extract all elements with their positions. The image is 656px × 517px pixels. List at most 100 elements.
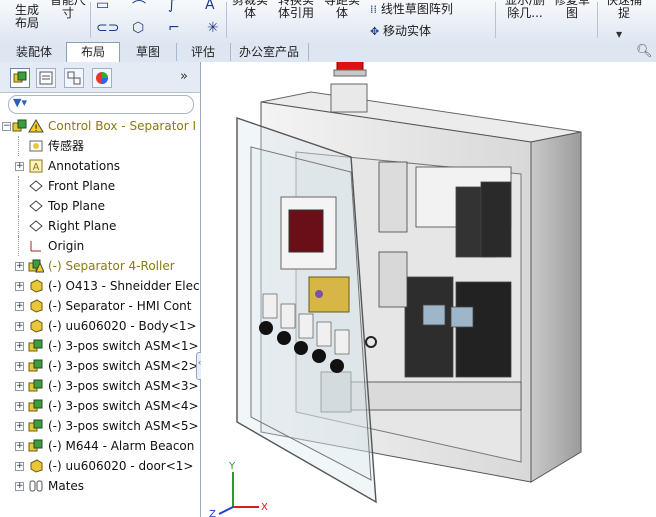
move-entities-button[interactable]: ✥ 移动实体 bbox=[370, 22, 431, 39]
tree-item-label: Control Box - Separator I bbox=[48, 119, 197, 133]
repair-sketch-button[interactable]: 修复草 图 bbox=[552, 0, 592, 20]
fillet-tool-icon[interactable]: ⌐ bbox=[168, 20, 180, 36]
tree-item[interactable]: + Mates bbox=[0, 476, 200, 496]
expand-icon[interactable]: + bbox=[15, 262, 24, 271]
expand-icon[interactable]: + bbox=[15, 382, 24, 391]
expand-icon[interactable]: + bbox=[15, 442, 24, 451]
linear-pattern-button[interactable]: ⁞⁞ 线性草图阵列 bbox=[370, 0, 453, 17]
expand-icon[interactable]: + bbox=[15, 362, 24, 371]
tree-item[interactable]: 传感器 bbox=[0, 136, 200, 156]
tree-item[interactable]: + (-) 3-pos switch ASM<1> bbox=[0, 336, 200, 356]
tree-item-label: (-) 3-pos switch ASM<2> bbox=[48, 359, 199, 373]
property-manager-tab-icon[interactable] bbox=[36, 68, 56, 88]
subassembly-icon bbox=[28, 419, 43, 432]
polygon-tool-icon[interactable]: ⬡ bbox=[132, 20, 144, 36]
expand-icon[interactable]: + bbox=[15, 422, 24, 431]
zoom-icon[interactable]: 🔍︎ bbox=[636, 44, 653, 59]
tree-item[interactable]: + (-) uu606020 - Body<1> bbox=[0, 316, 200, 336]
tree-item[interactable]: + (-) M644 - Alarm Beacon bbox=[0, 436, 200, 456]
subassembly-warning-icon bbox=[28, 259, 44, 273]
subassembly-icon bbox=[28, 399, 43, 412]
subassembly-icon bbox=[28, 379, 43, 392]
graphics-viewport[interactable]: Y X Z bbox=[201, 62, 656, 517]
tree-item-label: (-) Separator - HMI Cont bbox=[48, 299, 192, 313]
plane-icon bbox=[29, 200, 43, 212]
expand-icon[interactable]: + bbox=[15, 282, 24, 291]
part-icon bbox=[30, 279, 43, 293]
tree-item[interactable]: Front Plane bbox=[0, 176, 200, 196]
coordinate-triad: Y X Z bbox=[209, 461, 268, 517]
part-icon bbox=[30, 299, 43, 313]
tree-item[interactable]: + (-) 3-pos switch ASM<2> bbox=[0, 356, 200, 376]
part-icon bbox=[30, 459, 43, 473]
feature-manager-panel: » ▼▾ − ! Control Box - Separator I 传感器 + A… bbox=[0, 62, 206, 517]
generate-layout-button[interactable]: 生成 布局 bbox=[12, 4, 42, 30]
expand-icon[interactable]: + bbox=[15, 462, 24, 471]
tree-item[interactable]: + (-) uu606020 - door<1> bbox=[0, 456, 200, 476]
tree-item-label: 传感器 bbox=[48, 139, 85, 153]
tree-item-label: Top Plane bbox=[48, 199, 105, 213]
tree-item[interactable]: + (-) Separator - HMI Cont bbox=[0, 296, 200, 316]
tree-item-label: Origin bbox=[48, 239, 85, 253]
tab-evaluate[interactable]: 评估 bbox=[176, 43, 231, 61]
tree-item-label: (-) M644 - Alarm Beacon bbox=[48, 439, 195, 453]
expand-panel-icon[interactable]: » bbox=[180, 69, 188, 84]
display-delete-relations-button[interactable]: 显示/删 除几... bbox=[500, 0, 550, 20]
sensor-icon bbox=[29, 140, 43, 152]
tree-item-label: Annotations bbox=[48, 159, 121, 173]
tree-item[interactable]: + (-) 3-pos switch ASM<4> bbox=[0, 396, 200, 416]
display-manager-tab-icon[interactable] bbox=[92, 68, 112, 88]
subassembly-icon bbox=[28, 439, 43, 452]
quick-snaps-button[interactable]: 快速捕 捉 bbox=[602, 0, 646, 20]
chevron-down-icon[interactable]: ▼ bbox=[616, 30, 622, 39]
triad-z-label: Z bbox=[209, 509, 216, 517]
expand-icon[interactable]: + bbox=[15, 402, 24, 411]
tree-item[interactable]: Right Plane bbox=[0, 216, 200, 236]
panel-tabs: » bbox=[0, 62, 200, 93]
tree-item[interactable]: + A Annotations bbox=[0, 156, 200, 176]
tree-item-label: (-) O413 - Shneidder Elec bbox=[48, 279, 200, 293]
smart-dimension-button[interactable]: 智能尺 寸 bbox=[48, 0, 88, 20]
tab-layout[interactable]: 布局 bbox=[66, 42, 120, 63]
slot-tool-icon[interactable]: ⊂⊃ bbox=[96, 20, 119, 36]
point-tool-icon[interactable]: ✳ bbox=[207, 20, 219, 36]
tab-assembly[interactable]: 装配体 bbox=[2, 43, 67, 61]
expand-icon[interactable]: + bbox=[15, 322, 24, 331]
tree-item-label: Mates bbox=[48, 479, 85, 493]
convert-entities-button[interactable]: 转换实 体引用 bbox=[272, 0, 320, 20]
tree-root-assembly[interactable]: − ! Control Box - Separator I bbox=[0, 116, 200, 136]
tree-item[interactable]: + (-) 3-pos switch ASM<3> bbox=[0, 376, 200, 396]
expand-icon[interactable]: + bbox=[15, 302, 24, 311]
tree-item[interactable]: + (-) Separator 4-Roller bbox=[0, 256, 200, 276]
rectangle-tool-icon[interactable]: ▭ bbox=[96, 0, 109, 13]
collapse-icon[interactable]: − bbox=[2, 122, 11, 131]
arc-tool-icon[interactable]: ⌒ bbox=[132, 0, 146, 17]
expand-icon[interactable]: + bbox=[15, 342, 24, 351]
command-tabs: 装配体 布局 草图 评估 办公室产品 🔍︎ bbox=[0, 42, 656, 63]
tree-item[interactable]: Origin bbox=[0, 236, 200, 256]
tree-item[interactable]: Top Plane bbox=[0, 196, 200, 216]
expand-icon[interactable]: + bbox=[15, 162, 24, 171]
tree-item-label: Right Plane bbox=[48, 219, 117, 233]
annotations-icon: A bbox=[29, 159, 43, 173]
triad-x-label: X bbox=[261, 502, 268, 513]
trim-entities-button[interactable]: 剪裁实 体 bbox=[230, 0, 270, 20]
tab-sketch[interactable]: 草图 bbox=[120, 43, 177, 61]
text-tool-icon[interactable]: A bbox=[205, 0, 215, 13]
configuration-manager-tab-icon[interactable] bbox=[64, 68, 84, 88]
expand-icon[interactable]: + bbox=[15, 482, 24, 491]
spline-tool-icon[interactable]: ∫ bbox=[168, 0, 175, 13]
tree-item-label: (-) 3-pos switch ASM<1> bbox=[48, 339, 199, 353]
origin-icon bbox=[30, 241, 41, 252]
tab-office-products[interactable]: 办公室产品 bbox=[230, 43, 309, 61]
tree-filter-input[interactable]: ▼▾ bbox=[8, 95, 194, 114]
feature-manager-tab-icon[interactable] bbox=[10, 68, 30, 88]
offset-entities-button[interactable]: 等距实 体 bbox=[322, 0, 362, 20]
tree-item[interactable]: + (-) O413 - Shneidder Elec bbox=[0, 276, 200, 296]
tree-item-label: (-) uu606020 - door<1> bbox=[48, 459, 194, 473]
mates-icon bbox=[29, 480, 43, 492]
tree-item-label: Front Plane bbox=[48, 179, 116, 193]
part-icon bbox=[30, 319, 43, 333]
svg-text:A: A bbox=[33, 162, 40, 173]
tree-item[interactable]: + (-) 3-pos switch ASM<5> bbox=[0, 416, 200, 436]
